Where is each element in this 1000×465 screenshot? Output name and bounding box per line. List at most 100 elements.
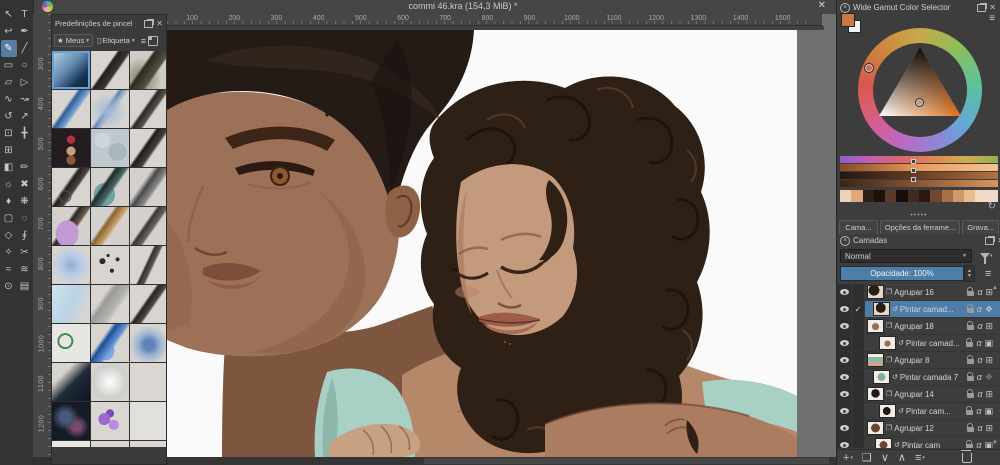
shade-strip-light[interactable] xyxy=(840,164,998,171)
plain-light-preset[interactable] xyxy=(130,363,166,401)
docker-tab[interactable]: Cama... xyxy=(839,220,878,234)
rect-select-tool[interactable]: ▢ xyxy=(1,210,17,227)
multibrush-tool[interactable]: ↗ xyxy=(17,108,33,125)
polygon-select-tool[interactable]: ◇ xyxy=(1,227,17,244)
color-history-swatch[interactable] xyxy=(952,190,965,202)
list-scroll-down-icon[interactable]: ▼ xyxy=(992,440,998,446)
color-history-swatch[interactable] xyxy=(873,190,886,202)
close-docker-icon[interactable]: ✕ xyxy=(989,3,996,12)
dynamic-brush-tool[interactable]: ↺ xyxy=(1,108,17,125)
refresh-icon[interactable]: ↻ xyxy=(988,201,996,212)
texture-soft-preset[interactable] xyxy=(91,129,129,167)
stroke-gray-preset[interactable] xyxy=(91,285,129,323)
charcoal-preset[interactable] xyxy=(130,168,166,206)
layer-visibility-toggle[interactable] xyxy=(837,284,852,300)
lock-icon[interactable] xyxy=(967,321,975,330)
galaxy-preset[interactable] xyxy=(52,402,90,440)
ink-squiggle-preset[interactable] xyxy=(130,285,166,323)
magnetic-select-tool[interactable]: ≋ xyxy=(17,261,33,278)
layer-properties-button[interactable]: ≡ ▾ xyxy=(915,452,925,464)
layer-row[interactable]: ↺ Pintar camad... α ▣ xyxy=(837,335,1000,352)
pencil-wood-preset[interactable] xyxy=(91,207,129,245)
close-docker-icon[interactable]: ✕ xyxy=(156,19,163,28)
layer-select-cell[interactable] xyxy=(852,352,865,368)
dots-blue-preset[interactable] xyxy=(91,441,129,447)
color-history-swatch[interactable] xyxy=(930,190,942,202)
similar-select-tool[interactable]: ≈ xyxy=(1,261,17,278)
float-docker-icon[interactable] xyxy=(144,19,154,28)
pencil-blue-preset[interactable] xyxy=(52,90,90,128)
lock-icon[interactable] xyxy=(966,304,974,313)
opacity-slider[interactable]: Opacidade: 100% xyxy=(840,266,964,281)
lock-icon[interactable] xyxy=(966,406,974,415)
alpha-lock-icon[interactable]: α xyxy=(976,338,981,348)
saturation-value-triangle[interactable] xyxy=(858,28,982,152)
pixel-character-preset[interactable] xyxy=(52,129,90,167)
alpha-lock-icon[interactable]: α xyxy=(977,321,982,331)
docker-tab[interactable]: Grava... xyxy=(962,220,999,234)
edit-shapes-tool[interactable]: ↩ xyxy=(1,23,17,40)
layer-select-cell[interactable]: ✓ xyxy=(852,301,865,317)
layer-row[interactable]: ✓ ↺ Pintar camad... α ❖ xyxy=(837,301,1000,318)
polyline-tool[interactable]: ▷ xyxy=(17,74,33,91)
wash-blue-preset[interactable] xyxy=(52,285,90,323)
layer-row[interactable]: ❐ Agrupar 12 α ⊞ xyxy=(837,420,1000,437)
ink-flourish-preset[interactable] xyxy=(52,168,90,206)
layer-row[interactable]: ❐ Agrupar 8 α ⊞ xyxy=(837,352,1000,369)
layer-select-cell[interactable] xyxy=(852,420,865,436)
layer-visibility-toggle[interactable] xyxy=(837,301,852,317)
layer-visibility-toggle[interactable] xyxy=(837,386,852,402)
pan-tool[interactable]: ▤ xyxy=(17,278,33,295)
airbrush-blue-preset[interactable] xyxy=(52,246,90,284)
soft-gray-preset[interactable] xyxy=(91,363,129,401)
layer-select-cell[interactable] xyxy=(852,403,865,419)
magic-wand-select-tool[interactable]: ✧ xyxy=(1,244,17,261)
layers-menu-icon[interactable]: ≡ xyxy=(985,268,991,280)
text-tool[interactable]: T xyxy=(17,6,33,23)
brush-teal-preset[interactable] xyxy=(91,168,129,206)
blobs-purple-preset[interactable] xyxy=(91,402,129,440)
ink-pen-preset[interactable] xyxy=(91,51,129,89)
color-history-swatch[interactable] xyxy=(851,190,863,202)
layer-select-cell[interactable] xyxy=(852,437,865,448)
color-history-swatch[interactable] xyxy=(862,190,874,202)
lock-icon[interactable] xyxy=(966,372,974,381)
layer-visibility-toggle[interactable] xyxy=(837,403,852,419)
color-history-swatch[interactable] xyxy=(907,190,919,202)
color-history-swatch[interactable] xyxy=(941,190,953,202)
layer-select-cell[interactable] xyxy=(852,284,865,300)
smart-patch-tool[interactable]: ♦ xyxy=(1,193,17,210)
pencil-gray-preset[interactable] xyxy=(130,207,166,245)
color-history-swatch[interactable] xyxy=(885,190,897,202)
layer-select-cell[interactable] xyxy=(852,386,865,402)
layer-select-cell[interactable] xyxy=(852,335,865,351)
spacer[interactable] xyxy=(17,142,33,159)
alpha-lock-icon[interactable]: α xyxy=(977,304,982,314)
shade-picker-indicator[interactable] xyxy=(915,98,924,107)
color-history-swatch[interactable] xyxy=(975,190,987,202)
transform-tool[interactable]: ⊡ xyxy=(1,125,17,142)
opacity-spinner[interactable]: ▲ ▼ xyxy=(964,265,975,282)
layer-extra-icon[interactable]: ⊞ xyxy=(985,423,993,434)
lock-icon[interactable] xyxy=(967,287,975,296)
fill-tool[interactable]: ❋ xyxy=(17,193,33,210)
pencil-dark-preset[interactable] xyxy=(130,90,166,128)
color-history-swatch[interactable] xyxy=(918,190,931,202)
freehand-select-tool[interactable]: ∮ xyxy=(17,227,33,244)
hue-strip[interactable] xyxy=(840,156,998,163)
layer-extra-icon[interactable]: ❖ xyxy=(985,372,993,383)
freehand-path-tool[interactable]: ↝ xyxy=(17,91,33,108)
layer-row[interactable]: ❐ Agrupar 16 α ⊞ xyxy=(837,284,1000,301)
alpha-lock-icon[interactable]: α xyxy=(977,389,982,399)
lock-icon[interactable] xyxy=(967,423,975,432)
lock-icon[interactable] xyxy=(967,355,975,364)
float-docker-icon[interactable] xyxy=(985,236,995,245)
plain-white-preset[interactable] xyxy=(130,402,166,440)
selector-menu-icon[interactable]: ≡ xyxy=(989,13,995,24)
move-tool[interactable]: ╋ xyxy=(17,125,33,142)
gradient-tool[interactable]: ◧ xyxy=(1,159,17,176)
horizontal-scroll-thumb[interactable] xyxy=(424,458,829,464)
flask-preset[interactable] xyxy=(52,441,90,447)
layer-visibility-toggle[interactable] xyxy=(837,352,852,368)
layer-row[interactable]: ↺ Pintar cam α ▣ xyxy=(837,437,1000,448)
